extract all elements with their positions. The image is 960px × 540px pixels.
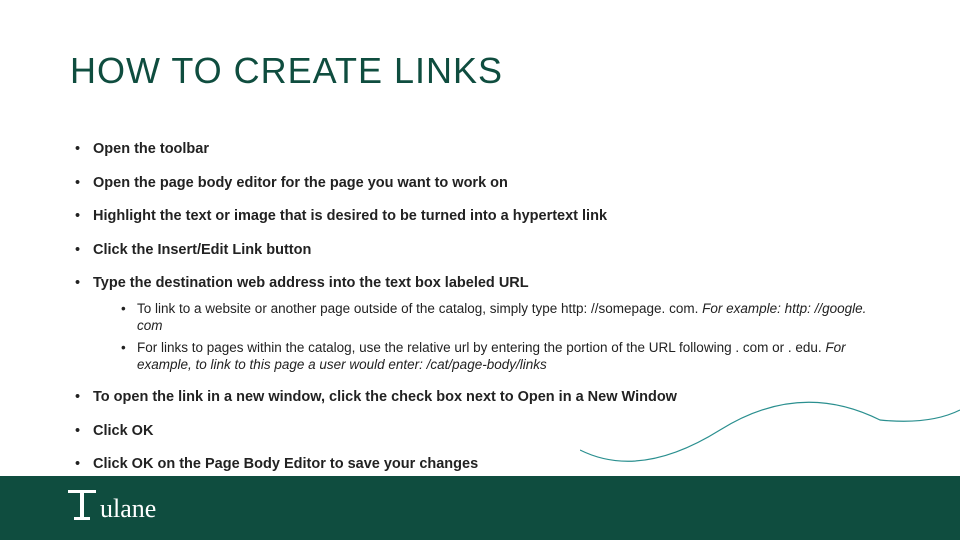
sub-list-item: For links to pages within the catalog, u…: [121, 339, 895, 374]
list-item-text: Click OK on the Page Body Editor to save…: [93, 456, 478, 472]
list-item-text: Open the page body editor for the page y…: [93, 175, 508, 191]
list-item: Open the toolbar: [75, 140, 895, 160]
list-item-text: To open the link in a new window, click …: [93, 389, 677, 405]
list-item: Type the destination web address into th…: [75, 274, 895, 374]
list-item: Click OK on the Page Body Editor to save…: [75, 455, 895, 475]
slide: HOW TO CREATE LINKS Open the toolbar Ope…: [0, 0, 960, 540]
slide-content: Open the toolbar Open the page body edit…: [75, 140, 895, 489]
list-item: Click OK: [75, 422, 895, 442]
footer-bar: ulane: [0, 476, 960, 540]
bullet-list: Open the toolbar Open the page body edit…: [75, 140, 895, 475]
list-item-text: Click OK: [93, 423, 153, 439]
list-item: Click the Insert/Edit Link button: [75, 241, 895, 261]
brand-logo-text: ulane: [100, 494, 156, 523]
sub-item-plain: To link to a website or another page out…: [137, 301, 702, 316]
list-item: To open the link in a new window, click …: [75, 388, 895, 408]
brand-logo: ulane: [68, 486, 198, 526]
list-item-text: Highlight the text or image that is desi…: [93, 208, 607, 224]
list-item: Highlight the text or image that is desi…: [75, 207, 895, 227]
slide-title: HOW TO CREATE LINKS: [70, 50, 503, 92]
list-item-text: Open the toolbar: [93, 141, 209, 157]
list-item-bold: URL: [499, 275, 529, 291]
list-item-prefix: Type the destination web address into th…: [93, 275, 499, 291]
sub-item-plain: For links to pages within the catalog, u…: [137, 340, 825, 355]
list-item-text: Click the Insert/Edit Link button: [93, 242, 311, 258]
sub-list-item: To link to a website or another page out…: [121, 300, 895, 335]
sub-list: To link to a website or another page out…: [121, 300, 895, 374]
list-item: Open the page body editor for the page y…: [75, 174, 895, 194]
